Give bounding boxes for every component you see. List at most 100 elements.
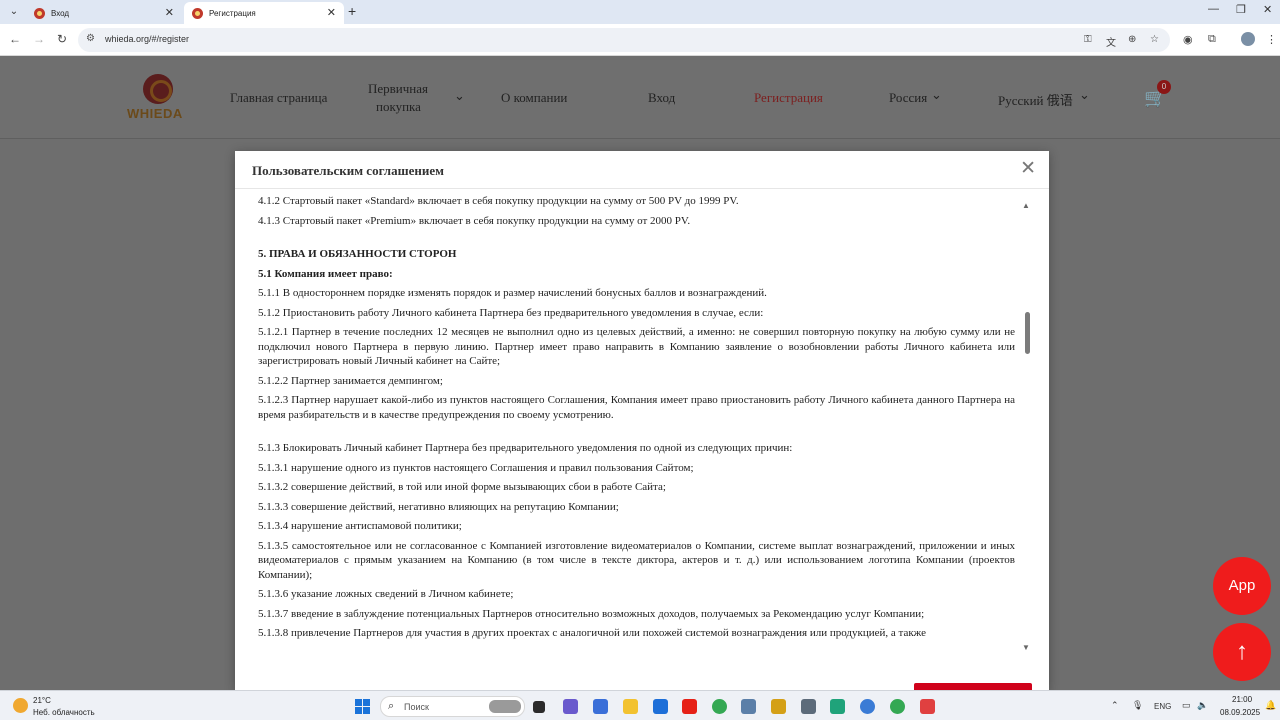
nav-login[interactable]: Вход (648, 90, 675, 106)
extension-icon[interactable]: ◉ (1183, 33, 1193, 46)
extensions-puzzle-icon[interactable]: ⧉ (1208, 33, 1216, 46)
tab-title: Регистрация (209, 8, 256, 18)
site-info-icon[interactable]: ⚙ (86, 33, 95, 44)
calculator-icon[interactable] (830, 699, 845, 714)
windows-start-icon[interactable] (355, 699, 370, 714)
app-download-button[interactable]: App (1213, 557, 1271, 615)
profile-avatar[interactable] (1241, 32, 1255, 46)
file-explorer-icon[interactable] (623, 699, 638, 714)
tab-search-icon[interactable]: ⌄ (6, 4, 22, 20)
shield-icon[interactable] (593, 699, 608, 714)
tab-close-icon[interactable]: ✕ (165, 6, 174, 19)
new-tab-icon[interactable]: + (348, 3, 356, 19)
user-agreement-modal: Пользовательским соглашением ✕ 4.1.2 Ста… (235, 151, 1049, 699)
close-icon[interactable]: ✕ (1020, 159, 1036, 178)
scrollbar-thumb[interactable] (1025, 312, 1030, 354)
favicon-icon (34, 7, 45, 19)
agreement-paragraph: 4.1.3 Стартовый пакет «Premium» включает… (258, 214, 691, 227)
address-bar: ← → ↻ ⚙ whieda.org/#/register ⚿ 文 ⊕ ☆ ◉ … (0, 24, 1280, 56)
lock-icon[interactable] (771, 699, 786, 714)
nav-region[interactable]: Россия (889, 90, 927, 106)
photos-icon[interactable] (741, 699, 756, 714)
nav-language[interactable]: Русский 俄语 (998, 90, 1073, 109)
nav-about[interactable]: О компании (501, 90, 567, 106)
volume-icon[interactable]: 🔈 (1197, 700, 1208, 711)
chevron-down-icon[interactable]: ⌄ (454, 88, 465, 104)
logo-text[interactable]: WHIEDA (127, 106, 183, 121)
maximize-icon[interactable]: ❐ (1236, 3, 1246, 16)
chevron-down-icon[interactable]: ⌄ (931, 87, 942, 103)
windows-taskbar: 21°C Неб. облачность ⌕ Поиск ⌃ 🎙 ENG ▭ 🔈… (0, 690, 1280, 720)
reload-icon[interactable]: ↻ (57, 32, 67, 46)
search-icon: ⌕ (388, 700, 395, 712)
agreement-paragraph: 5.1.3.7 введение в заблуждение потенциал… (258, 607, 925, 620)
nav-home[interactable]: Главная страница (230, 90, 327, 106)
notification-bell-icon[interactable]: 🔔 (1265, 700, 1276, 711)
url-field[interactable]: ⚙ whieda.org/#/register ⚿ 文 ⊕ ☆ (78, 28, 1170, 52)
window-close-icon[interactable]: ✕ (1263, 3, 1272, 16)
agreement-paragraph: 5.1.3 Блокировать Личный кабинет Партнер… (258, 442, 793, 454)
tab-login[interactable]: Вход ✕ (26, 2, 182, 24)
taskbar-search[interactable]: ⌕ Поиск (380, 696, 525, 717)
agreement-paragraph: 5.1.2.2 Партнер занимается демпингом; (258, 374, 443, 387)
youtube-icon[interactable] (682, 699, 697, 714)
tab-register[interactable]: Регистрация ✕ (184, 2, 344, 24)
forward-icon[interactable]: → (33, 32, 45, 46)
logo-icon[interactable] (143, 74, 173, 104)
settings-icon[interactable] (801, 699, 816, 714)
translate-icon[interactable]: 文 (1106, 34, 1116, 49)
search-highlight-image (489, 700, 521, 713)
scroll-to-top-button[interactable]: ↑ (1213, 623, 1271, 681)
minimize-icon[interactable]: — (1208, 3, 1219, 15)
agreement-section-heading: 5. ПРАВА И ОБЯЗАННОСТИ СТОРОН (258, 248, 457, 260)
agreement-paragraph: 5.1.1 В одностороннем порядке изменять п… (258, 287, 767, 299)
agreement-text[interactable]: 4.1.2 Стартовый пакет «Standard» включае… (258, 194, 1015, 654)
password-key-icon[interactable]: ⚿ (1084, 34, 1092, 45)
search-placeholder: Поиск (404, 702, 429, 712)
task-view-icon[interactable] (533, 701, 545, 713)
agreement-paragraph: 5.1.2.1 Партнер в течение последних 12 м… (258, 326, 1015, 367)
bookmark-star-icon[interactable]: ☆ (1150, 34, 1159, 45)
back-icon[interactable]: ← (9, 32, 21, 46)
nav-first-purchase[interactable]: Первичная (368, 81, 428, 97)
weather-temperature[interactable]: 21°C (33, 696, 51, 705)
active-app-icon[interactable] (920, 699, 935, 714)
agreement-paragraph: 5.1.3.6 указание ложных сведений в Лично… (258, 588, 514, 600)
modal-title: Пользовательским соглашением (252, 163, 444, 178)
agreement-paragraph: 5.1.3.2 совершение действий, в той или и… (258, 481, 666, 493)
agreement-paragraph: 5.1.2 Приостановить работу Личного кабин… (258, 306, 764, 319)
copilot-icon[interactable] (563, 699, 578, 714)
chrome-icon[interactable] (890, 699, 905, 714)
browser-menu-icon[interactable]: ⋮ (1266, 33, 1277, 46)
store-icon[interactable] (653, 699, 668, 714)
url-text: whieda.org/#/register (105, 34, 190, 44)
cart-count-badge: 0 (1157, 80, 1171, 94)
tab-title: Вход (51, 8, 70, 18)
agreement-subheading: 5.1 Компания имеет право: (258, 267, 393, 280)
agreement-paragraph: 5.1.3.3 совершение действий, негативно в… (258, 500, 619, 513)
chevron-down-icon[interactable]: ⌄ (1079, 87, 1090, 103)
nav-first-purchase-line2[interactable]: покупка (376, 99, 421, 115)
scroll-down-arrow-icon[interactable]: ▼ (1022, 643, 1030, 652)
nav-register[interactable]: Регистрация (754, 90, 823, 106)
agreement-paragraph: 5.1.3.8 привлечение Партнеров для участи… (258, 627, 927, 639)
tab-close-icon[interactable]: ✕ (327, 6, 336, 19)
weather-description[interactable]: Неб. облачность (33, 708, 95, 717)
agreement-paragraph: 5.1.3.1 нарушение одного из пунктов наст… (258, 461, 694, 474)
network-icon[interactable]: ▭ (1182, 700, 1191, 711)
agreement-paragraph: 5.1.3.4 нарушение антиспамовой политики; (258, 520, 462, 532)
microphone-icon[interactable]: 🎙 (1132, 700, 1143, 711)
tray-chevron-up-icon[interactable]: ⌃ (1111, 700, 1119, 711)
browser-tab-bar: ⌄ Вход ✕ Регистрация ✕ + — ❐ ✕ (0, 0, 1280, 24)
app-icon[interactable] (860, 699, 875, 714)
arrow-up-icon: ↑ (1236, 638, 1248, 665)
scroll-up-arrow-icon[interactable]: ▲ (1022, 201, 1030, 210)
clock-time[interactable]: 21:00 (1232, 695, 1252, 704)
weather-icon[interactable] (13, 698, 28, 713)
language-indicator[interactable]: ENG (1154, 702, 1171, 711)
modal-header: Пользовательским соглашением ✕ (235, 151, 1049, 189)
clock-date[interactable]: 08.09.2025 (1220, 708, 1260, 717)
chrome-icon[interactable] (712, 699, 727, 714)
favicon-icon (192, 7, 203, 19)
zoom-icon[interactable]: ⊕ (1128, 34, 1136, 45)
